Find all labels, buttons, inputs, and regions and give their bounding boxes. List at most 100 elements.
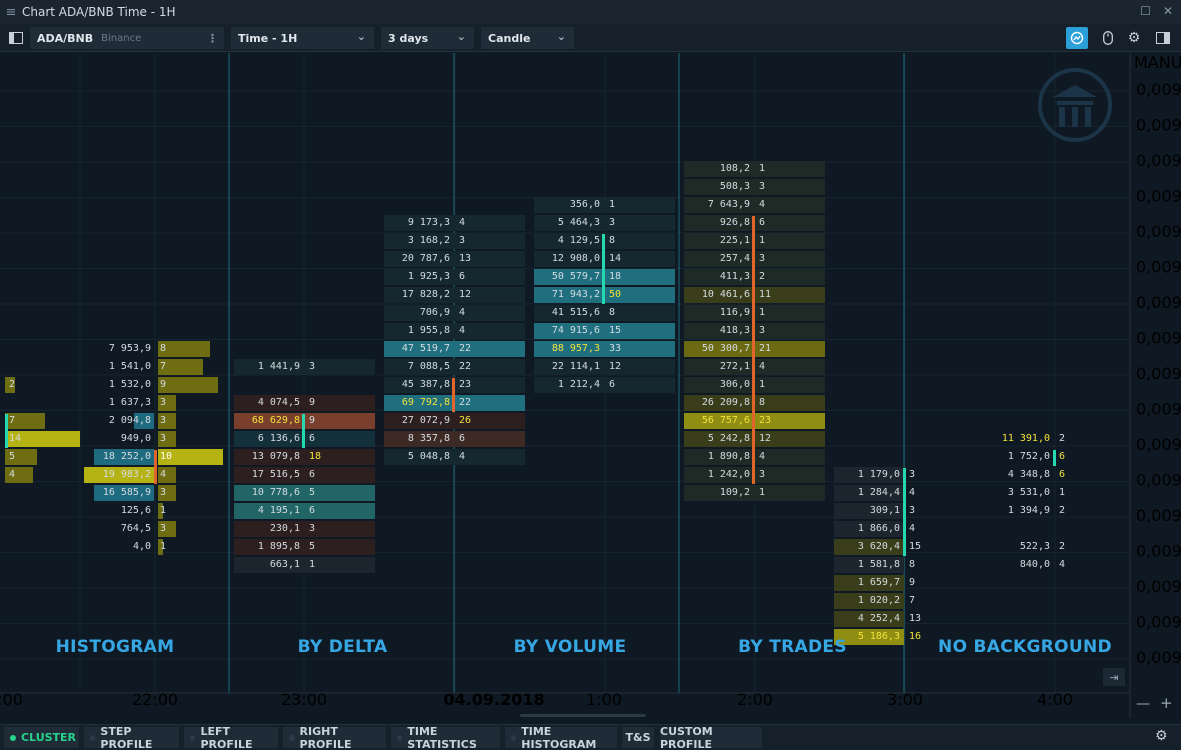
price-tick: 0,00916: [1136, 435, 1181, 454]
menu-icon[interactable]: ≡: [0, 5, 22, 20]
bottom-tab[interactable]: CUSTOM PROFILE: [660, 725, 762, 750]
zoom-in-icon[interactable]: +: [1160, 694, 1173, 712]
cluster-count: 3: [309, 361, 316, 372]
cluster-count: 7: [160, 361, 167, 372]
cluster-count: 6: [609, 379, 616, 390]
maximize-icon[interactable]: ☐: [1140, 4, 1151, 18]
cluster-count: 9: [160, 379, 167, 390]
cluster-volume: 411,3: [719, 271, 750, 282]
cluster-volume: 5 048,8: [407, 451, 450, 462]
axis-mode-label[interactable]: MANUAL: [1134, 53, 1181, 72]
price-tick: 0,00932: [1136, 151, 1181, 170]
cluster-count: 26: [459, 415, 472, 426]
price-tick: 0,00918: [1136, 400, 1181, 419]
symbol-selector[interactable]: ADA/BNB Binance ⋮: [30, 27, 224, 49]
price-tick: 0,00914: [1136, 471, 1181, 490]
cluster-count: 3: [909, 505, 916, 516]
panel-toggle-icon[interactable]: [1153, 27, 1173, 49]
cluster-count: 2: [1059, 541, 1066, 552]
time-tick: 1:00: [586, 690, 622, 709]
more-vert-icon[interactable]: ⋮: [207, 32, 218, 45]
horizontal-scrollbar[interactable]: [520, 714, 646, 717]
cluster-volume: 1 955,8: [407, 325, 450, 336]
volume-bar: [158, 377, 218, 393]
cluster-volume: 1 895,8: [257, 541, 300, 552]
cluster-volume: 7 953,9: [108, 343, 151, 354]
cluster-mode-icon[interactable]: [1066, 27, 1088, 49]
cluster-volume: 1 866,0: [857, 523, 900, 534]
cluster-count: 3: [160, 523, 167, 534]
cluster-volume: 5 464,3: [557, 217, 600, 228]
cluster-volume: 663,1: [269, 559, 300, 570]
cluster-count: 23: [759, 415, 772, 426]
close-icon[interactable]: ✕: [1163, 4, 1173, 18]
cluster-count: 2: [1059, 433, 1066, 444]
cluster-count: 23: [459, 379, 472, 390]
cluster-volume: 4 074,5: [257, 397, 300, 408]
cluster-count: 8: [160, 343, 167, 354]
time-tick: 22:00: [132, 690, 178, 709]
cluster-count: 3: [309, 523, 316, 534]
chart-area[interactable]: 0,00936 0,00934 0,00932 0,00930 0,00928 0,009…: [0, 53, 1181, 718]
window-title: Chart ADA/BNB Time - 1H: [22, 5, 176, 19]
cluster-volume: 1 532,0: [108, 379, 151, 390]
cluster-volume: 10 461,6: [701, 289, 750, 300]
scroll-to-end-icon[interactable]: ⇥: [1103, 668, 1125, 686]
cluster-count: 1: [759, 487, 766, 498]
cluster-volume: 50 300,7: [701, 343, 750, 354]
time-tick: 4:00: [1037, 690, 1073, 709]
cluster-volume: 1 541,0: [108, 361, 151, 372]
cluster-volume: 1 441,9: [257, 361, 300, 372]
chart-type-dropdown[interactable]: Candle ⌄: [481, 27, 574, 49]
cluster-count: 6: [1059, 451, 1066, 462]
bottom-tab-label: STEP PROFILE: [100, 724, 153, 750]
cluster-volume: 69 792,8: [401, 397, 450, 408]
cluster-volume: 4 195,1: [257, 505, 300, 516]
gear-icon[interactable]: ⚙: [1124, 27, 1144, 49]
cluster-count: 3: [160, 433, 167, 444]
cluster-count: 9: [909, 577, 916, 588]
cluster-count: 7: [9, 415, 16, 426]
cluster-count: 5: [309, 541, 316, 552]
cluster-count: 10: [160, 451, 173, 462]
cluster-count: 16: [909, 631, 922, 642]
zoom-out-icon[interactable]: —: [1136, 696, 1150, 712]
gear-icon[interactable]: ⚙: [1155, 728, 1168, 744]
cluster-count: 22: [459, 361, 472, 372]
cluster-count: 6: [459, 433, 466, 444]
cluster-count: 14: [609, 253, 622, 264]
cluster-volume: 2 094,8: [108, 415, 151, 426]
cluster-count: 2: [759, 271, 766, 282]
bottom-tab[interactable]: T&S: [622, 727, 654, 748]
cluster-count: 3: [759, 469, 766, 480]
cluster-volume: 1 581,8: [857, 559, 900, 570]
price-tick: 0,00912: [1136, 506, 1181, 525]
bottom-tab[interactable]: STEP PROFILE: [84, 724, 179, 750]
cluster-volume: 764,5: [120, 523, 151, 534]
cluster-count: 3: [160, 487, 167, 498]
cluster-count: 8: [609, 307, 616, 318]
cluster-volume: 508,3: [719, 181, 750, 192]
cluster-volume: 108,2: [719, 163, 750, 174]
cluster-volume: 418,3: [719, 325, 750, 336]
timeframe-dropdown[interactable]: Time - 1H ⌄: [231, 27, 374, 49]
cluster-volume: 7 643,9: [707, 199, 750, 210]
bottom-tab[interactable]: TIME STATISTICS: [391, 725, 500, 750]
cluster-count: 4: [459, 217, 466, 228]
section-label: HISTOGRAM: [55, 637, 175, 657]
mouse-icon[interactable]: [1098, 27, 1118, 49]
cluster-count: 4: [1059, 559, 1066, 570]
bottom-tab[interactable]: TIME HISTOGRAM: [505, 725, 617, 750]
sidebar-toggle-icon[interactable]: [6, 27, 26, 49]
cluster-count: 6: [759, 217, 766, 228]
range-dropdown[interactable]: 3 days ⌄: [381, 27, 474, 49]
bottom-tab[interactable]: LEFT PROFILE: [184, 725, 278, 750]
cluster-count: 5: [9, 451, 16, 462]
bottom-tab[interactable]: RIGHT PROFILE: [283, 725, 386, 750]
cluster-count: 13: [459, 253, 472, 264]
bottom-tab[interactable]: CLUSTER: [4, 727, 79, 748]
cluster-volume: 522,3: [1019, 541, 1050, 552]
cluster-volume: 74 915,6: [551, 325, 600, 336]
cluster-count: 33: [609, 343, 622, 354]
body-marker: [154, 450, 157, 484]
